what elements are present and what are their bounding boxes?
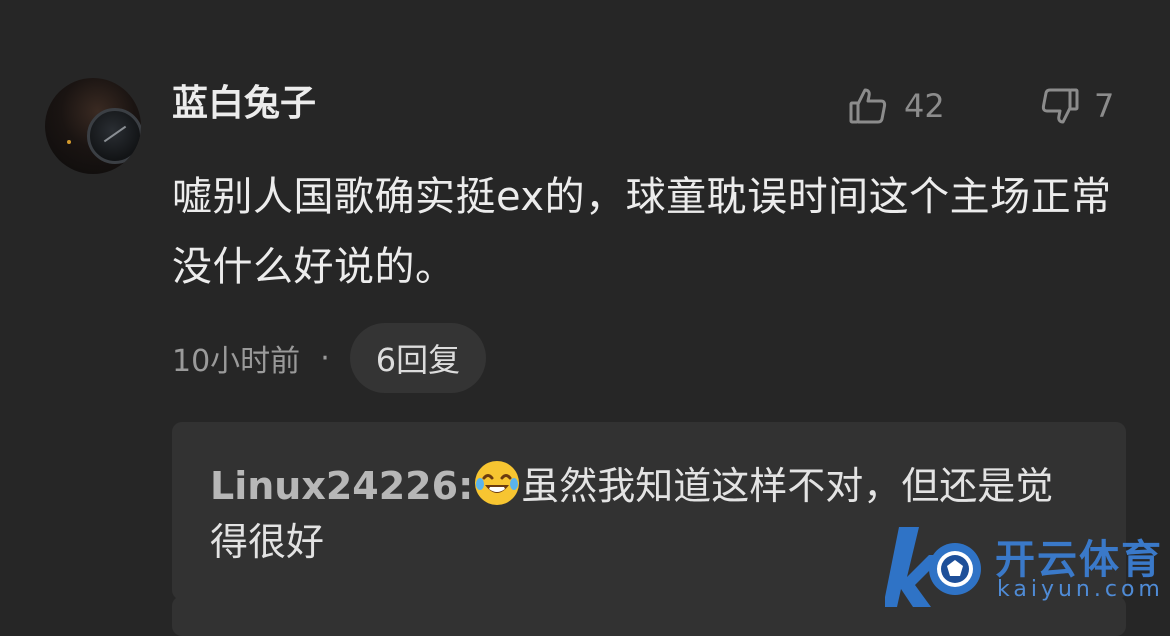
headphone-image xyxy=(87,108,141,164)
like-button[interactable]: 42 xyxy=(848,82,945,130)
thumbs-down-icon xyxy=(1040,86,1080,126)
timestamp: 10小时前 xyxy=(172,344,301,379)
avatar-highlight xyxy=(67,140,71,144)
comment-meta: 10小时前 · 6回复 xyxy=(172,323,487,393)
watermark-logo: 开云体育 kaiyun.com xyxy=(885,515,1170,615)
thumbs-up-icon xyxy=(848,86,888,126)
laughing-with-tears-emoji xyxy=(473,459,521,507)
avatar[interactable] xyxy=(45,78,141,174)
replies-button[interactable]: 6回复 xyxy=(349,323,487,393)
dislike-count: 7 xyxy=(1094,87,1115,125)
reply-colon: : xyxy=(458,464,474,508)
username[interactable]: 蓝白兔子 xyxy=(172,80,316,128)
reply-author[interactable]: Linux24226 xyxy=(210,464,458,508)
dislike-button[interactable]: 7 xyxy=(1040,82,1114,130)
comment-text: 嘘别人国歌确实挺ex的，球童耽误时间这个主场正常没什么好说的。 xyxy=(172,174,1112,290)
comment-item: 蓝白兔子 42 7 嘘别人国歌确实挺ex的，球童耽误时间这个主场正常没什么好说的… xyxy=(0,0,1170,636)
separator-dot: · xyxy=(320,340,330,376)
watermark-en: kaiyun.com xyxy=(997,577,1164,602)
like-count: 42 xyxy=(904,87,945,125)
